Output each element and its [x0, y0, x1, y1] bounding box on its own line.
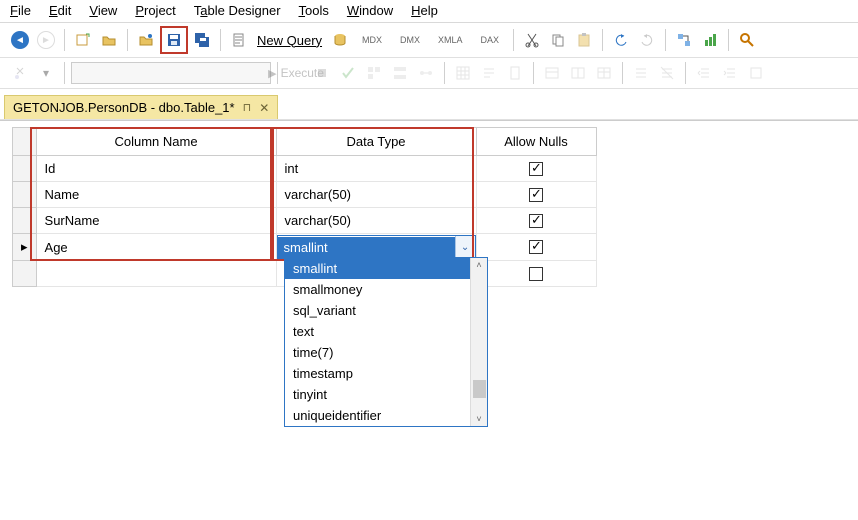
save-button[interactable] — [160, 26, 188, 54]
plan-button-2[interactable] — [388, 61, 412, 85]
tbl-icon-2[interactable] — [566, 61, 590, 85]
parse-button[interactable] — [336, 61, 360, 85]
new-query-button[interactable]: New Query — [253, 33, 326, 48]
dropdown-option[interactable]: time(7) — [285, 342, 470, 363]
connection-change-icon[interactable] — [8, 61, 32, 85]
tool-activity-icon[interactable] — [698, 28, 722, 52]
table-row[interactable]: SurName varchar(50) — [13, 208, 597, 234]
dax-button[interactable]: DAX — [473, 28, 508, 52]
database-combo[interactable] — [71, 62, 271, 84]
cell-column-name[interactable]: Id — [36, 156, 276, 182]
cell-data-type[interactable]: varchar(50) — [276, 182, 476, 208]
cell-column-name[interactable]: Name — [36, 182, 276, 208]
document-tab[interactable]: GETONJOB.PersonDB - dbo.Table_1* ⊓ ✕ — [4, 95, 278, 119]
toolbar-query: ▾ ▶ Execute — [0, 58, 858, 89]
connection-options-icon[interactable]: ▾ — [34, 61, 58, 85]
indent-button[interactable] — [692, 61, 716, 85]
new-query-file-icon[interactable] — [227, 28, 251, 52]
dropdown-option[interactable]: smallint — [285, 258, 470, 279]
allow-nulls-checkbox[interactable] — [529, 162, 543, 176]
stop-button[interactable] — [310, 61, 334, 85]
dropdown-scrollbar[interactable]: ˄ ˅ — [470, 258, 487, 426]
dropdown-option[interactable]: timestamp — [285, 363, 470, 384]
menu-view[interactable]: View — [89, 3, 117, 18]
results-file-icon[interactable] — [503, 61, 527, 85]
tool-dbdiagram-icon[interactable] — [672, 28, 696, 52]
cell-data-type[interactable]: varchar(50) — [276, 208, 476, 234]
paste-button[interactable] — [572, 28, 596, 52]
nav-forward-button[interactable]: ► — [34, 28, 58, 52]
table-row[interactable]: Id int — [13, 156, 597, 182]
row-indicator-icon: ▸ — [13, 234, 37, 261]
document-tab-bar: GETONJOB.PersonDB - dbo.Table_1* ⊓ ✕ — [0, 89, 858, 120]
cell-column-name[interactable]: Age — [36, 234, 276, 261]
results-grid-icon[interactable] — [451, 61, 475, 85]
copy-button[interactable] — [546, 28, 570, 52]
undo-button[interactable] — [609, 28, 633, 52]
results-text-icon[interactable] — [477, 61, 501, 85]
open-item-button[interactable] — [97, 28, 121, 52]
tbl-icon-3[interactable] — [592, 61, 616, 85]
xmla-button[interactable]: XMLA — [430, 28, 471, 52]
dropdown-option[interactable]: tinyint — [285, 384, 470, 405]
dropdown-option[interactable]: uniqueidentifier — [285, 405, 470, 426]
dropdown-option[interactable]: text — [285, 321, 470, 342]
plan-button-3[interactable] — [414, 61, 438, 85]
scroll-down-icon[interactable]: ˅ — [476, 414, 481, 424]
save-all-button[interactable] — [190, 28, 214, 52]
header-allow-nulls: Allow Nulls — [476, 128, 596, 156]
menu-project[interactable]: Project — [135, 3, 175, 18]
allow-nulls-checkbox[interactable] — [529, 267, 543, 281]
menu-help[interactable]: Help — [411, 3, 438, 18]
tbl-icon-1[interactable] — [540, 61, 564, 85]
redo-button[interactable] — [635, 28, 659, 52]
toolbar-main: ◄ ► New Query MDX DMX XMLA DAX — [0, 23, 858, 58]
execute-button[interactable]: ▶ Execute — [284, 61, 308, 85]
data-type-input[interactable]: smallint — [278, 237, 455, 258]
menu-bar: File Edit View Project Table Designer To… — [0, 0, 858, 23]
dropdown-option[interactable]: smallmoney — [285, 279, 470, 300]
nav-back-button[interactable]: ◄ — [8, 28, 32, 52]
table-designer: Column Name Data Type Allow Nulls Id int… — [0, 120, 858, 520]
menu-window[interactable]: Window — [347, 3, 393, 18]
allow-nulls-checkbox[interactable] — [529, 214, 543, 228]
uncomment-button[interactable] — [655, 61, 679, 85]
comment-button[interactable] — [629, 61, 653, 85]
data-type-dropdown[interactable]: smallint smallmoney sql_variant text tim… — [284, 257, 488, 427]
mdx-button[interactable]: MDX — [354, 28, 390, 52]
menu-file[interactable]: File — [10, 3, 31, 18]
pin-icon[interactable]: ⊓ — [243, 101, 252, 114]
dropdown-list: smallint smallmoney sql_variant text tim… — [285, 258, 470, 426]
menu-edit[interactable]: Edit — [49, 3, 71, 18]
menu-table-designer[interactable]: Table Designer — [194, 3, 281, 18]
allow-nulls-checkbox[interactable] — [529, 188, 543, 202]
find-button[interactable] — [735, 28, 759, 52]
scroll-up-icon[interactable]: ˄ — [476, 260, 481, 270]
dropdown-option[interactable]: sql_variant — [285, 300, 470, 321]
misc-icon[interactable] — [744, 61, 768, 85]
plan-button-1[interactable] — [362, 61, 386, 85]
cell-column-name[interactable]: SurName — [36, 208, 276, 234]
header-data-type: Data Type — [276, 128, 476, 156]
allow-nulls-checkbox[interactable] — [529, 240, 543, 254]
scroll-thumb[interactable] — [473, 380, 486, 398]
header-column-name: Column Name — [36, 128, 276, 156]
cell-data-type[interactable]: int — [276, 156, 476, 182]
outdent-button[interactable] — [718, 61, 742, 85]
cut-button[interactable] — [520, 28, 544, 52]
document-tab-title: GETONJOB.PersonDB - dbo.Table_1* — [13, 100, 235, 115]
menu-tools[interactable]: Tools — [299, 3, 329, 18]
new-item-button[interactable] — [71, 28, 95, 52]
cell-column-name[interactable] — [36, 261, 276, 287]
table-row[interactable]: Name varchar(50) — [13, 182, 597, 208]
open-solution-button[interactable] — [134, 28, 158, 52]
play-icon: ▶ — [268, 67, 276, 80]
db-query-icon[interactable] — [328, 28, 352, 52]
close-icon[interactable]: ✕ — [259, 101, 269, 115]
dmx-button[interactable]: DMX — [392, 28, 428, 52]
dropdown-toggle-button[interactable]: ⌄ — [455, 236, 475, 258]
